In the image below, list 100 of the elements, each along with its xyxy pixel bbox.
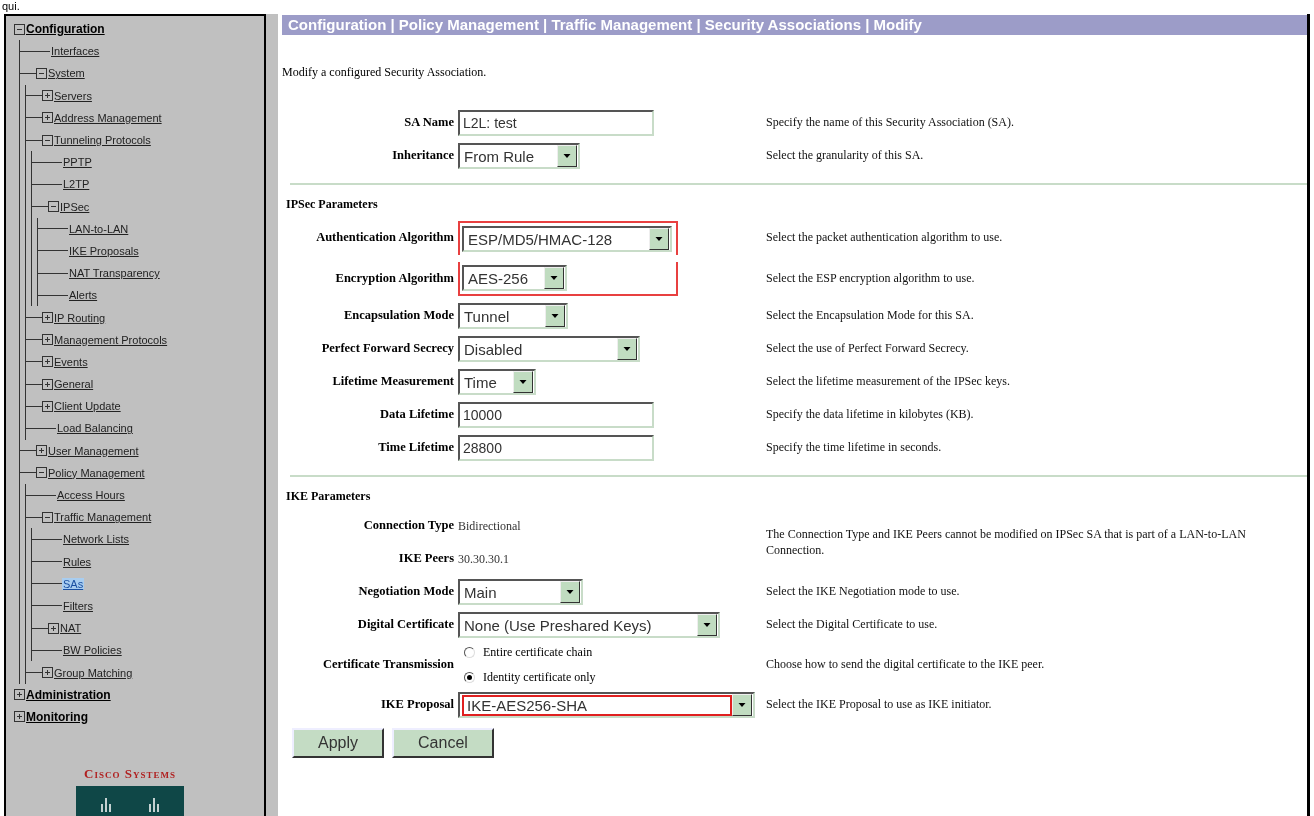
collapse-icon[interactable] (48, 201, 59, 213)
radio-button[interactable] (464, 647, 475, 658)
field-value: Bidirectional (458, 518, 521, 534)
field-label: Time Lifetime (377, 440, 454, 456)
help-text: Choose how to send the digital certificate to the IKE peer. (766, 657, 1046, 673)
help-text: Select the packet authentication algorithm to use. (766, 230, 1004, 246)
tree-item[interactable]: Rules (62, 555, 93, 568)
expand-icon[interactable] (42, 400, 53, 412)
expand-icon[interactable] (42, 112, 53, 124)
dropdown[interactable]: Tunnel (458, 303, 568, 329)
field-label: IKE Peers (397, 551, 454, 567)
section-heading: IPSec Parameters (286, 197, 379, 212)
help-text: Specify the time lifetime in seconds. (766, 440, 943, 456)
expand-icon[interactable] (42, 312, 53, 324)
expand-icon[interactable] (42, 378, 53, 390)
tree-item[interactable]: IP Routing (53, 311, 107, 324)
collapse-icon[interactable] (36, 467, 47, 479)
tree-item[interactable]: Traffic Management (53, 511, 153, 524)
radio-label: Identity certificate only (483, 670, 596, 685)
tree-item[interactable]: User Management (47, 444, 140, 457)
collapse-icon[interactable] (42, 511, 53, 523)
dropdown[interactable]: ESP/MD5/HMAC-128 (462, 226, 672, 252)
caret-icon (617, 338, 637, 360)
tree-item[interactable]: Network Lists (62, 533, 131, 546)
tree-item[interactable]: Group Matching (53, 666, 134, 679)
field-label: IKE Proposal (379, 697, 454, 713)
tree-item[interactable]: Policy Management (47, 466, 146, 479)
expand-icon[interactable] (42, 356, 53, 368)
radio-label: Entire certificate chain (483, 645, 593, 660)
help-text: Select the Encapsulation Mode for this SA. (766, 308, 975, 324)
field-label: Lifetime Measurement (331, 374, 454, 390)
tree-item[interactable]: PPTP (62, 156, 93, 169)
field-value: 30.30.30.1 (458, 551, 509, 567)
field-label: Connection Type (362, 518, 454, 534)
form-button[interactable]: Cancel (392, 728, 494, 758)
help-text: Select the IKE Negotiation mode to use. (766, 584, 961, 600)
tree-item[interactable]: BW Policies (62, 644, 123, 657)
text-field[interactable]: 10000 (458, 402, 654, 428)
tree-item[interactable]: NAT Transparency (68, 267, 161, 280)
tree-item[interactable]: Filters (62, 599, 94, 612)
caret-icon (560, 581, 580, 603)
tree-item[interactable]: Administration (25, 687, 112, 702)
help-text: Select the IKE Proposal to use as IKE initiator. (766, 697, 993, 713)
tree-item[interactable]: System (47, 67, 86, 80)
section-heading: IKE Parameters (286, 489, 372, 504)
caret-icon (557, 145, 577, 167)
form-button[interactable]: Apply (292, 728, 385, 758)
tree-item[interactable]: IPSec (59, 200, 91, 213)
field-label: Inheritance (391, 148, 454, 164)
tree-item[interactable]: L2TP (62, 178, 91, 191)
collapse-icon[interactable] (14, 23, 25, 35)
field-label: Authentication Algorithm (315, 230, 454, 246)
tree-item[interactable]: LAN-to-LAN (68, 222, 130, 235)
dropdown[interactable]: AES-256 (462, 265, 567, 291)
text-field[interactable]: 28800 (458, 435, 654, 461)
dropdown[interactable]: Time (458, 369, 536, 395)
field-label: Certificate Transmission (321, 657, 454, 673)
tree-item[interactable]: Management Protocols (53, 333, 169, 346)
help-text: Select the lifetime measurement of the IPSec keys. (766, 374, 1011, 390)
tree-item[interactable]: Address Management (53, 111, 163, 124)
tree-item[interactable]: IKE Proposals (68, 244, 140, 257)
tree-item[interactable]: NAT (59, 622, 83, 635)
tree-item[interactable]: Events (53, 355, 89, 368)
expand-icon[interactable] (36, 445, 47, 457)
intro-text: Modify a configured Security Association. (282, 65, 488, 80)
collapse-icon[interactable] (36, 67, 47, 79)
radio-button[interactable] (464, 672, 475, 683)
expand-icon[interactable] (42, 334, 53, 346)
breadcrumb-bar: Configuration | Policy Management | Traffic Management | Security Associations | Modify (282, 15, 1307, 35)
tree-item[interactable]: General (53, 378, 95, 391)
dropdown[interactable]: Disabled (458, 336, 640, 362)
help-text: Specify the name of this Security Association (SA). (766, 115, 1015, 131)
dropdown[interactable]: None (Use Preshared Keys) (458, 612, 720, 638)
expand-icon[interactable] (14, 711, 25, 723)
tree-item[interactable]: Servers (53, 89, 93, 102)
logo-bars-icon (76, 786, 184, 816)
dropdown[interactable]: From Rule (458, 143, 580, 169)
expand-icon[interactable] (42, 90, 53, 102)
collapse-icon[interactable] (42, 134, 53, 146)
dropdown[interactable]: IKE-AES256-SHA (458, 692, 755, 718)
caret-icon (732, 694, 752, 716)
expand-icon[interactable] (14, 689, 25, 701)
tree-item[interactable]: Configuration (25, 22, 106, 37)
tree-item[interactable]: Tunneling Protocols (53, 134, 152, 147)
tree-item[interactable]: Monitoring (25, 709, 89, 724)
dropdown[interactable]: Main (458, 579, 583, 605)
help-text: The Connection Type and IKE Peers cannot be modified on IPSec SA that is part of a LAN-to-LAN Connection. (766, 526, 1247, 559)
expand-icon[interactable] (48, 622, 59, 634)
field-label: Digital Certificate (356, 617, 454, 633)
tree-item[interactable]: Access Hours (56, 489, 126, 502)
help-text: Select the use of Perfect Forward Secrecy. (766, 341, 970, 357)
tree-item[interactable]: Interfaces (50, 45, 101, 58)
field-label: Perfect Forward Secrecy (320, 341, 454, 357)
help-text: Select the Digital Certificate to use. (766, 617, 939, 633)
expand-icon[interactable] (42, 667, 53, 679)
tree-item[interactable]: Load Balancing (56, 422, 134, 435)
text-field[interactable]: L2L: test (458, 110, 654, 136)
tree-item[interactable]: Client Update (53, 400, 122, 413)
tree-item[interactable]: Alerts (68, 289, 99, 302)
tree-item[interactable]: SAs (62, 577, 85, 590)
